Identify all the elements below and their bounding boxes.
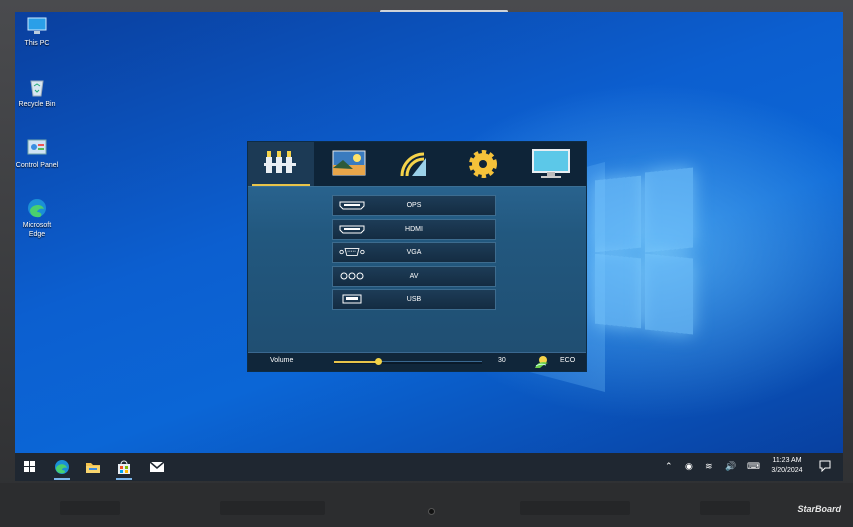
eco-leaf-icon: [535, 356, 548, 368]
bezel-bottom-bar: StarBoard: [0, 483, 853, 527]
file-explorer-icon[interactable]: [84, 458, 102, 476]
input-source-icon: [264, 151, 296, 173]
hdmi-port-icon: [339, 225, 365, 233]
camera-sensor: [428, 508, 435, 515]
brand-logo: StarBoard: [797, 504, 841, 514]
tab-sound[interactable]: [383, 142, 449, 186]
source-vga[interactable]: VGA: [332, 242, 496, 263]
tab-settings[interactable]: [450, 142, 516, 186]
volume-fill: [334, 361, 379, 363]
hdmi-port-icon: [339, 201, 365, 210]
speaker-grille-right: [520, 501, 630, 515]
picture-icon: [332, 150, 366, 176]
sound-icon: [400, 152, 426, 177]
av-port-icon: [340, 272, 364, 279]
desktop-screen: This PC Recycle Bin Control Panel Micros…: [15, 12, 843, 481]
this-pc-icon: [26, 15, 48, 37]
desktop-icon-recycle-bin[interactable]: Recycle Bin: [15, 76, 63, 109]
recycle-bin-icon: [26, 76, 48, 98]
tab-input-source[interactable]: [248, 142, 314, 186]
speaker-grille-far-right: [700, 501, 750, 515]
desktop-icon-label: Microsoft Edge: [22, 222, 52, 238]
clock[interactable]: 11:23 AM 3/20/2024: [767, 456, 807, 476]
clock-date: 3/20/2024: [771, 467, 803, 474]
input-source-list: OPS HDMI VGA AV USB: [332, 195, 496, 313]
volume-knob[interactable]: [375, 358, 383, 365]
usb-port-icon: [342, 294, 362, 304]
desktop-icon-control-panel[interactable]: Control Panel: [15, 137, 63, 170]
meet-icon[interactable]: ◉: [685, 461, 693, 472]
desktop-icon-label: This PC: [24, 40, 50, 47]
desktop-icon-label: Control Panel: [15, 162, 59, 169]
osd-tab-bar: [248, 142, 586, 187]
chevron-up-icon[interactable]: ⌃: [665, 461, 673, 472]
vga-port-icon: [339, 248, 365, 256]
volume-slider[interactable]: [334, 358, 482, 365]
keyboard-icon[interactable]: ⌨: [747, 461, 760, 472]
source-av[interactable]: AV: [332, 265, 496, 287]
desktop-icon-this-pc[interactable]: This PC: [15, 15, 63, 48]
desktop-icon-edge[interactable]: Microsoft Edge: [15, 197, 63, 239]
source-hdmi[interactable]: HDMI: [332, 218, 496, 240]
eco-label: ECO: [560, 357, 576, 364]
mail-icon[interactable]: [148, 458, 166, 476]
control-panel-icon: [26, 137, 48, 159]
clock-time: 11:23 AM: [772, 457, 802, 464]
volume-value: 30: [498, 357, 506, 364]
notification-icon[interactable]: [819, 460, 831, 472]
taskbar: ⌃ ◉ ≋ 🔊 ⌨ 11:23 AM 3/20/2024: [15, 453, 843, 481]
edge-icon[interactable]: [53, 458, 71, 480]
desktop-icon-label: Recycle Bin: [18, 101, 56, 108]
speaker-grille-center: [220, 501, 325, 515]
speaker-grille-left: [60, 501, 120, 515]
start-icon[interactable]: [21, 458, 39, 476]
source-ops[interactable]: OPS: [332, 195, 496, 216]
settings-gear-icon: [469, 150, 497, 178]
tab-picture[interactable]: [316, 142, 382, 186]
osd-menu: OPS HDMI VGA AV USB Volume 30 ECO: [247, 141, 587, 372]
wifi-icon[interactable]: ≋: [705, 461, 713, 472]
windows-logo-wallpaper: [595, 167, 693, 335]
tab-display[interactable]: [518, 142, 584, 186]
volume-label: Volume: [270, 357, 294, 364]
display-icon: [532, 149, 570, 178]
volume-icon[interactable]: 🔊: [725, 461, 736, 472]
edge-icon: [26, 197, 48, 219]
source-usb[interactable]: USB: [332, 289, 496, 310]
volume-bar: Volume 30 ECO: [248, 352, 586, 371]
store-icon[interactable]: [115, 458, 133, 480]
